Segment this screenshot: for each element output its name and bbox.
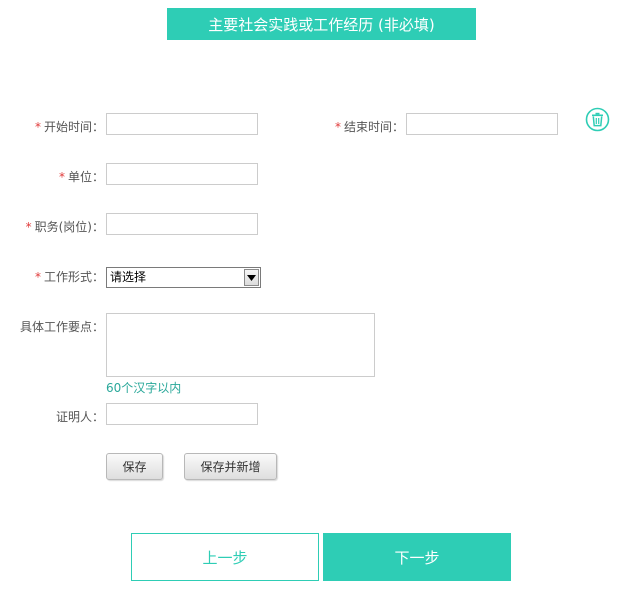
- work-points-label: 具体工作要点：: [10, 315, 104, 339]
- work-points-hint: 60个汉字以内: [106, 381, 182, 395]
- delete-entry-button[interactable]: [585, 107, 610, 132]
- save-button-label: 保存: [122, 460, 147, 474]
- work-type-select[interactable]: 请选择: [106, 267, 261, 288]
- unit-label: * 单位：: [20, 165, 104, 189]
- prev-step-button[interactable]: 上一步: [131, 533, 319, 581]
- work-points-textarea[interactable]: [106, 313, 375, 377]
- section-title: 主要社会实践或工作经历 (非必填): [167, 8, 476, 40]
- unit-input[interactable]: [106, 163, 258, 185]
- position-label-text: 职务(岗位)：: [34, 220, 104, 234]
- end-time-label: * 结束时间：: [320, 115, 404, 139]
- section-title-text: 主要社会实践或工作经历 (非必填): [208, 15, 435, 34]
- start-time-label: * 开始时间：: [20, 115, 104, 139]
- work-type-label-text: 工作形式：: [43, 270, 104, 284]
- position-label: * 职务(岗位)：: [10, 215, 104, 239]
- required-mark: *: [334, 120, 341, 134]
- witness-label: 证明人：: [20, 405, 104, 429]
- position-input[interactable]: [106, 213, 258, 235]
- end-time-input[interactable]: [406, 113, 558, 135]
- witness-label-text: 证明人：: [55, 410, 104, 424]
- unit-label-text: 单位：: [67, 170, 104, 184]
- work-points-label-text: 具体工作要点：: [19, 320, 104, 334]
- required-mark: *: [34, 120, 41, 134]
- dropdown-button[interactable]: [244, 269, 259, 286]
- trash-icon: [585, 107, 610, 132]
- save-and-add-button[interactable]: 保存并新增: [184, 453, 277, 480]
- save-and-add-button-label: 保存并新增: [200, 460, 261, 474]
- next-step-button[interactable]: 下一步: [323, 533, 511, 581]
- required-mark: *: [25, 220, 32, 234]
- caret-down-icon: [247, 274, 256, 281]
- start-time-label-text: 开始时间：: [43, 120, 104, 134]
- prev-step-label: 上一步: [202, 548, 248, 567]
- work-type-selected-value: 请选择: [110, 270, 147, 284]
- save-button[interactable]: 保存: [106, 453, 163, 480]
- witness-input[interactable]: [106, 403, 258, 425]
- start-time-input[interactable]: [106, 113, 258, 135]
- required-mark: *: [58, 170, 65, 184]
- next-step-label: 下一步: [394, 548, 440, 567]
- end-time-label-text: 结束时间：: [343, 120, 404, 134]
- required-mark: *: [34, 270, 41, 284]
- work-type-label: * 工作形式：: [20, 265, 104, 289]
